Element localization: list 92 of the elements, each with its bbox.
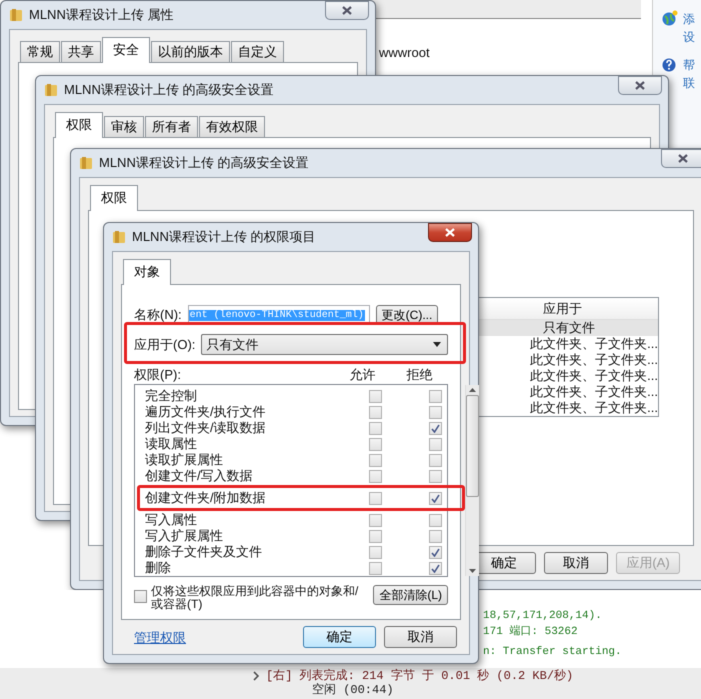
dropdown-arrow-icon <box>433 342 441 347</box>
window-title: MLNN课程设计上传 的权限项目 <box>132 228 316 246</box>
checkbox[interactable] <box>368 454 382 466</box>
field-label: 权限(P): <box>134 366 182 384</box>
checkbox[interactable] <box>428 492 442 504</box>
checkbox[interactable] <box>368 438 382 450</box>
window-title: MLNN课程设计上传 的高级安全设置 <box>99 154 310 172</box>
close-icon <box>635 81 645 90</box>
scroll-down-icon <box>469 569 476 573</box>
log-line: 18,57,171,208,14). <box>483 610 603 623</box>
checkmark-icon <box>430 494 440 502</box>
folder-icon <box>44 83 58 97</box>
checkbox[interactable] <box>134 590 147 603</box>
side-link[interactable]: 添 设 <box>683 10 695 46</box>
permission-name: 读取属性 <box>145 435 198 453</box>
permission-name: 写入扩展属性 <box>145 527 224 545</box>
side-link[interactable]: 帮 联 <box>683 56 695 92</box>
scroll-thumb[interactable] <box>466 395 479 497</box>
permission-name: 删除 <box>145 559 172 577</box>
status-text: [右] 列表完成: 214 字节 于 0.01 秒 (0.2 KB/秒) <box>266 669 574 683</box>
log-line: n: Transfer starting. <box>483 646 623 659</box>
help-icon <box>661 56 678 73</box>
permission-name: 删除子文件夹及文件 <box>145 543 263 561</box>
folder-icon <box>79 156 93 170</box>
checkmark-icon <box>430 424 440 432</box>
column-header: 应用于 <box>542 300 582 318</box>
window-title: MLNN课程设计上传 的高级安全设置 <box>64 81 274 99</box>
close-button[interactable] <box>618 76 662 95</box>
checkbox[interactable] <box>368 546 382 558</box>
tab[interactable]: 自定义 <box>231 41 284 62</box>
dialog-button[interactable]: 取消 <box>544 552 608 574</box>
globe-icon <box>661 10 678 27</box>
close-button[interactable] <box>325 1 369 20</box>
column-header: 拒绝 <box>406 366 434 384</box>
checkbox[interactable] <box>428 530 442 542</box>
manage-permissions-link[interactable]: 管理权限 <box>134 629 186 647</box>
checkbox[interactable] <box>428 454 442 466</box>
checkbox[interactable] <box>368 422 382 434</box>
checkbox[interactable] <box>428 406 442 418</box>
checkbox[interactable] <box>428 470 442 482</box>
window-title: MLNN课程设计上传 属性 <box>29 6 174 24</box>
checkbox[interactable] <box>428 546 442 558</box>
tab[interactable]: 共享 <box>61 41 101 62</box>
tab[interactable]: 有效权限 <box>199 116 265 137</box>
close-button[interactable] <box>428 223 472 242</box>
checkbox[interactable] <box>368 514 382 526</box>
permission-name: 遍历文件夹/执行文件 <box>145 403 267 421</box>
checkbox[interactable] <box>428 562 442 574</box>
file-name: wwwroot <box>378 44 431 62</box>
close-icon <box>445 228 455 237</box>
permission-name: 列出文件夹/读取数据 <box>145 419 267 437</box>
permission-name: 读取扩展属性 <box>145 451 224 469</box>
checkbox[interactable] <box>428 390 442 402</box>
tab[interactable]: 所有者 <box>145 116 198 137</box>
checkbox[interactable] <box>428 422 442 434</box>
checkbox[interactable] <box>368 562 382 574</box>
checkbox[interactable] <box>368 492 382 504</box>
checkbox-label: 仅将这些权限应用到此容器中的对象和/或容器(T) <box>151 585 360 611</box>
clear-all-button[interactable]: 全部清除(L) <box>373 585 448 605</box>
tab[interactable]: 权限 <box>55 112 103 138</box>
permission-name: 完全控制 <box>145 387 198 405</box>
scrollbar[interactable] <box>465 385 479 576</box>
tab[interactable]: 审核 <box>104 116 144 137</box>
dialog-button[interactable]: 取消 <box>384 626 457 648</box>
checkbox[interactable] <box>368 406 382 418</box>
tab[interactable]: 权限 <box>90 185 138 211</box>
tab[interactable]: 安全 <box>102 37 150 63</box>
close-button[interactable] <box>661 149 701 168</box>
permission-name: 写入属性 <box>145 511 198 529</box>
tab[interactable]: 常规 <box>20 41 60 62</box>
close-icon <box>342 6 352 15</box>
checkbox[interactable] <box>428 514 442 526</box>
column-header: 允许 <box>348 366 376 384</box>
apply-to-dropdown[interactable]: 只有文件 <box>201 334 448 355</box>
folder-icon <box>112 230 126 244</box>
status-text: 空闲 (00:44) <box>311 683 395 697</box>
permission-name: 创建文件/写入数据 <box>145 467 254 485</box>
checkbox[interactable] <box>368 390 382 402</box>
field-label: 应用于(O): <box>134 336 196 354</box>
permission-name: 创建文件夹/附加数据 <box>145 489 267 507</box>
log-line: 171 端口: 53262 <box>483 624 579 636</box>
chevron-icon <box>252 671 260 681</box>
scroll-up-icon <box>469 388 476 392</box>
folder-icon <box>9 8 23 22</box>
dialog-button[interactable]: 确定 <box>303 626 376 648</box>
checkbox[interactable] <box>428 438 442 450</box>
field-label: 名称(N): <box>134 306 182 324</box>
tab[interactable]: 以前的版本 <box>151 41 230 62</box>
close-icon <box>678 154 688 163</box>
tab[interactable]: 对象 <box>123 259 171 285</box>
checkbox[interactable] <box>368 530 382 542</box>
checkbox[interactable] <box>368 470 382 482</box>
